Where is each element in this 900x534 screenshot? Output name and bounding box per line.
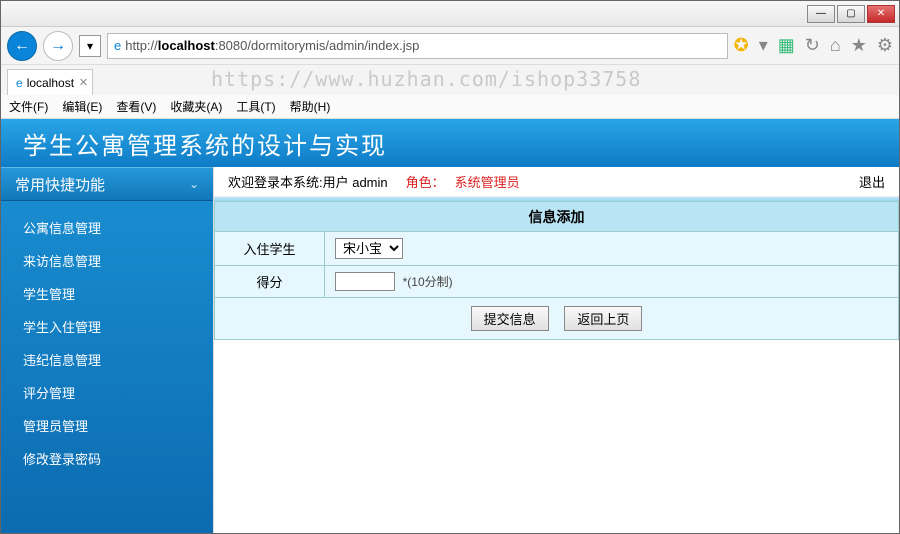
form-title: 信息添加 bbox=[214, 201, 899, 231]
menu-file[interactable]: 文件(F) bbox=[9, 98, 48, 115]
ie-page-icon: e bbox=[114, 38, 121, 53]
row-student-label: 入住学生 bbox=[215, 232, 325, 266]
menu-favorites[interactable]: 收藏夹(A) bbox=[170, 98, 222, 115]
role-label: 角色： bbox=[406, 172, 445, 191]
menu-help[interactable]: 帮助(H) bbox=[290, 98, 331, 115]
tab-close-icon[interactable]: ✕ bbox=[79, 76, 88, 89]
sidebar-item-password[interactable]: 修改登录密码 bbox=[1, 442, 213, 475]
app-header: 学生公寓管理系统的设计与实现 bbox=[1, 119, 899, 167]
back-button[interactable]: 返回上页 bbox=[564, 306, 642, 331]
form-panel: 信息添加 入住学生 宋小宝 得分 *(1 bbox=[214, 201, 899, 340]
window-maximize-button[interactable]: ▢ bbox=[837, 5, 865, 23]
sidebar-item-student[interactable]: 学生管理 bbox=[1, 277, 213, 310]
tab-title: localhost bbox=[27, 76, 74, 90]
menu-edit[interactable]: 编辑(E) bbox=[62, 98, 102, 115]
row-score-label: 得分 bbox=[215, 266, 325, 298]
logout-link[interactable]: 退出 bbox=[859, 172, 885, 191]
student-select[interactable]: 宋小宝 bbox=[335, 238, 403, 259]
window-minimize-button[interactable]: — bbox=[807, 5, 835, 23]
sidebar-header[interactable]: 常用快捷功能 ⌄ bbox=[1, 167, 213, 201]
submit-button[interactable]: 提交信息 bbox=[471, 306, 549, 331]
browser-tab[interactable]: e localhost ✕ bbox=[7, 69, 93, 95]
nav-back-button[interactable]: ← bbox=[7, 31, 37, 61]
url-text: http://localhost:8080/dormitorymis/admin… bbox=[125, 38, 419, 53]
home-icon[interactable]: ⌂ bbox=[830, 35, 841, 56]
app-title: 学生公寓管理系统的设计与实现 bbox=[23, 126, 387, 161]
favorites-icon[interactable]: ✪ bbox=[734, 35, 749, 56]
settings-gear-icon[interactable]: ⚙ bbox=[877, 35, 893, 56]
sidebar-item-checkin[interactable]: 学生入住管理 bbox=[1, 310, 213, 343]
sidebar-header-label: 常用快捷功能 bbox=[15, 174, 105, 195]
welcome-text: 欢迎登录本系统:用户 admin bbox=[228, 172, 388, 191]
sidebar-item-visitor[interactable]: 来访信息管理 bbox=[1, 244, 213, 277]
score-input[interactable] bbox=[335, 272, 395, 291]
feed-icon[interactable]: ▦ bbox=[778, 35, 795, 56]
sidebar: 常用快捷功能 ⌄ 公寓信息管理 来访信息管理 学生管理 学生入住管理 违纪信息管… bbox=[1, 167, 213, 533]
role-value: 系统管理员 bbox=[455, 172, 520, 191]
window-titlebar: — ▢ ✕ bbox=[1, 1, 899, 27]
sidebar-item-violation[interactable]: 违纪信息管理 bbox=[1, 343, 213, 376]
security-shield-icon[interactable]: ▾ bbox=[79, 35, 101, 57]
ie-tab-icon: e bbox=[16, 76, 23, 90]
tab-strip: e localhost ✕ https://www.huzhan.com/ish… bbox=[1, 65, 899, 95]
menu-tools[interactable]: 工具(T) bbox=[236, 98, 275, 115]
sidebar-item-apartment[interactable]: 公寓信息管理 bbox=[1, 211, 213, 244]
dropdown-icon[interactable]: ▾ bbox=[759, 35, 768, 56]
welcome-bar: 欢迎登录本系统:用户 admin 角色： 系统管理员 退出 bbox=[214, 167, 899, 197]
star-icon[interactable]: ★ bbox=[851, 35, 867, 56]
window-close-button[interactable]: ✕ bbox=[867, 5, 895, 23]
address-bar[interactable]: e http://localhost:8080/dormitorymis/adm… bbox=[107, 33, 728, 59]
nav-forward-button[interactable]: → bbox=[43, 31, 73, 61]
sidebar-item-score[interactable]: 评分管理 bbox=[1, 376, 213, 409]
menu-view[interactable]: 查看(V) bbox=[116, 98, 156, 115]
sidebar-item-admin[interactable]: 管理员管理 bbox=[1, 409, 213, 442]
content-area: 欢迎登录本系统:用户 admin 角色： 系统管理员 退出 信息添加 入住学生 … bbox=[213, 167, 899, 533]
browser-menubar: 文件(F) 编辑(E) 查看(V) 收藏夹(A) 工具(T) 帮助(H) bbox=[1, 95, 899, 119]
chevron-down-icon: ⌄ bbox=[189, 177, 199, 191]
watermark-text: https://www.huzhan.com/ishop33758 bbox=[211, 67, 641, 91]
browser-navbar: ← → ▾ e http://localhost:8080/dormitorym… bbox=[1, 27, 899, 65]
score-hint: *(10分制) bbox=[403, 275, 453, 289]
refresh-icon[interactable]: ↻ bbox=[805, 35, 820, 56]
form-table: 入住学生 宋小宝 得分 *(10分制) bbox=[214, 231, 899, 340]
